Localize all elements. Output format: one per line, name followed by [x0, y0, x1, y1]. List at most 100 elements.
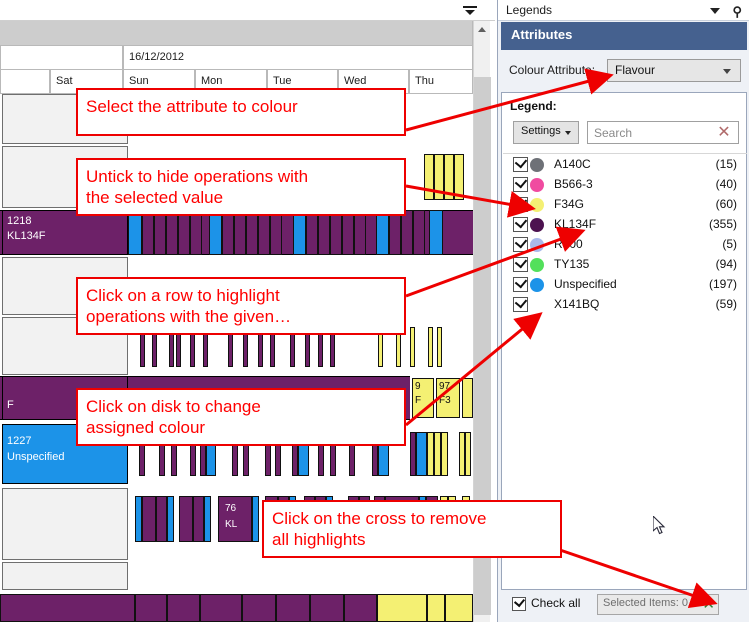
gantt-operation-bar[interactable] — [389, 210, 401, 255]
legend-colour-disk[interactable] — [530, 218, 544, 232]
gantt-day-thu[interactable]: Thu — [409, 70, 473, 93]
gantt-row-label[interactable]: 1218 KL134F — [2, 210, 128, 255]
gantt-operation-bar[interactable] — [424, 154, 434, 200]
legend-colour-disk[interactable] — [530, 238, 544, 252]
table-row[interactable] — [0, 562, 473, 622]
gantt-operation-bar[interactable] — [454, 154, 464, 200]
gantt-operation-bar[interactable] — [344, 594, 377, 622]
colour-attribute-select[interactable]: Flavour — [607, 59, 741, 82]
gantt-operation-bar[interactable] — [154, 210, 166, 255]
gantt-operation-bar[interactable] — [318, 210, 330, 255]
gantt-operation-bar[interactable] — [193, 496, 204, 542]
gantt-operation-bar[interactable] — [441, 432, 448, 476]
gantt-operation-bar[interactable] — [330, 210, 342, 255]
gantt-operation-bar[interactable] — [427, 594, 445, 622]
gantt-operation-bar[interactable]: 9 F — [412, 378, 434, 418]
gantt-operation-bar[interactable]: 76 KL — [218, 496, 252, 542]
legend-list-item[interactable]: Unspecified(197) — [502, 275, 746, 295]
scroll-up-icon[interactable] — [478, 27, 486, 32]
gantt-operation-bar[interactable] — [156, 496, 167, 542]
search-input[interactable]: Search ✕ — [587, 121, 739, 144]
gantt-operation-bar[interactable] — [310, 594, 344, 622]
gantt-operation-bar[interactable] — [413, 210, 425, 255]
gantt-operation-bar[interactable] — [204, 496, 211, 542]
gantt-operation-bar[interactable] — [342, 210, 354, 255]
chevron-down-icon[interactable] — [710, 8, 720, 14]
gantt-operation-bar[interactable] — [242, 594, 276, 622]
gantt-operation-bar[interactable] — [377, 594, 427, 622]
gantt-operation-bar[interactable] — [135, 496, 142, 542]
toolbar-overflow-icon[interactable] — [463, 4, 477, 17]
gantt-operation-bar[interactable] — [246, 210, 258, 255]
gantt-operation-bar[interactable] — [167, 496, 174, 542]
legend-colour-disk[interactable] — [530, 178, 544, 192]
gantt-operation-bar[interactable] — [270, 210, 282, 255]
gantt-operation-bar[interactable] — [429, 210, 443, 255]
gantt-operation-bar[interactable] — [166, 210, 178, 255]
gantt-operation-bar[interactable] — [234, 210, 246, 255]
gantt-operation-bar[interactable] — [376, 210, 389, 255]
gantt-operation-bar[interactable] — [128, 210, 142, 255]
gantt-operation-bar[interactable] — [444, 154, 454, 200]
legend-item-checkbox[interactable] — [513, 197, 528, 212]
gantt-operation-bar[interactable] — [258, 210, 270, 255]
gantt-operation-bar[interactable] — [0, 594, 135, 622]
check-all-checkbox[interactable] — [512, 597, 526, 611]
gantt-row-label[interactable] — [2, 562, 128, 590]
gantt-operation-bar[interactable] — [209, 210, 222, 255]
gantt-operation-bar[interactable] — [200, 594, 242, 622]
gantt-operation-bar[interactable] — [306, 210, 318, 255]
legend-item-checkbox[interactable] — [513, 177, 528, 192]
legend-list-item[interactable]: F34G(60) — [502, 195, 746, 215]
legend-item-checkbox[interactable] — [513, 157, 528, 172]
gantt-row-label[interactable] — [2, 488, 128, 560]
annotation-callout: Untick to hide operations with the selec… — [76, 158, 406, 216]
legend-list-item[interactable]: B566-3(40) — [502, 175, 746, 195]
gantt-operation-bar[interactable] — [222, 210, 234, 255]
gantt-bar-sublabel: F — [415, 395, 421, 407]
gantt-operation-bar[interactable] — [437, 327, 442, 367]
legend-colour-disk[interactable] — [530, 258, 544, 272]
pin-icon[interactable]: ⚲ — [732, 4, 742, 20]
gantt-operation-bar[interactable] — [178, 210, 190, 255]
gantt-operation-bar[interactable] — [427, 432, 434, 476]
gantt-operation-bar[interactable] — [142, 210, 154, 255]
gantt-operation-bar[interactable] — [465, 432, 471, 476]
search-clear-cross-icon[interactable]: ✕ — [715, 124, 733, 142]
legend-item-checkbox[interactable] — [513, 297, 528, 312]
legend-item-checkbox[interactable] — [513, 277, 528, 292]
gantt-operation-bar[interactable] — [410, 327, 415, 367]
gantt-operation-bar[interactable] — [445, 594, 473, 622]
table-row[interactable]: 1218 KL134F — [0, 210, 473, 255]
legend-list-item[interactable]: X141BQ(59) — [502, 295, 746, 315]
remove-highlights-cross-icon[interactable]: ✕ — [702, 595, 715, 614]
legend-colour-disk[interactable] — [530, 278, 544, 292]
gantt-operation-bar[interactable] — [434, 432, 441, 476]
legend-list-item[interactable]: A140C(15) — [502, 155, 746, 175]
legend-colour-disk[interactable] — [530, 198, 544, 212]
legend-list-item[interactable]: TY135(94) — [502, 255, 746, 275]
settings-button[interactable]: Settings — [513, 121, 579, 144]
gantt-operation-bar[interactable] — [416, 432, 427, 476]
legend-colour-disk[interactable] — [530, 298, 544, 312]
gantt-operation-bar[interactable] — [276, 594, 310, 622]
gantt-operation-bar[interactable]: 97 F3 — [436, 378, 460, 418]
gantt-operation-bar[interactable] — [354, 210, 366, 255]
gantt-operation-bar[interactable] — [434, 154, 444, 200]
gantt-operation-bar[interactable] — [190, 210, 202, 255]
legend-item-checkbox[interactable] — [513, 257, 528, 272]
legend-item-checkbox[interactable] — [513, 237, 528, 252]
gantt-operation-bar[interactable] — [135, 594, 167, 622]
gantt-operation-bar[interactable] — [252, 496, 259, 542]
legend-list-item[interactable]: R300(5) — [502, 235, 746, 255]
legend-list-item[interactable]: KL134F(355) — [502, 215, 746, 235]
gantt-operation-bar[interactable] — [293, 210, 306, 255]
gantt-operation-bar[interactable] — [401, 210, 413, 255]
gantt-operation-bar[interactable] — [167, 594, 200, 622]
gantt-operation-bar[interactable] — [142, 496, 156, 542]
gantt-operation-bar[interactable] — [462, 378, 473, 418]
legend-item-checkbox[interactable] — [513, 217, 528, 232]
legend-colour-disk[interactable] — [530, 158, 544, 172]
gantt-operation-bar[interactable] — [428, 327, 433, 367]
gantt-operation-bar[interactable] — [179, 496, 193, 542]
